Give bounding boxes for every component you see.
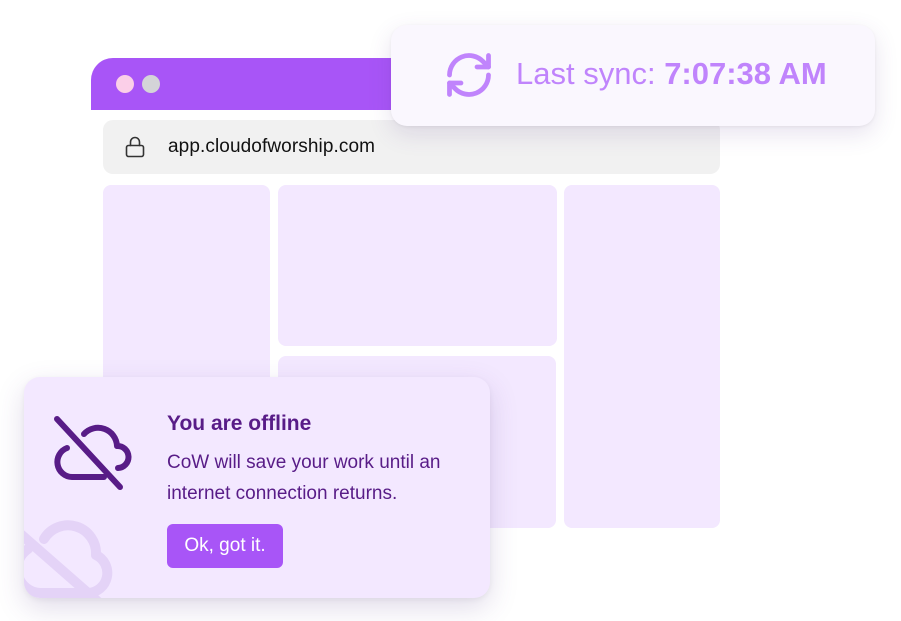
refresh-icon [447,53,491,97]
window-close-dot[interactable] [116,75,134,93]
sync-status-card: Last sync: 7:07:38 AM [391,25,875,126]
lock-icon [125,136,145,158]
sync-time: 7:07:38 AM [664,56,827,91]
stage: app.cloudofworship.com Last sync: 7:07:3… [0,0,901,621]
content-panel-center-top [278,185,557,346]
cloud-off-watermark-icon [24,520,113,598]
window-minimize-dot[interactable] [142,75,160,93]
address-url: app.cloudofworship.com [168,136,376,157]
cloud-off-icon [54,416,132,490]
offline-message: CoW will save your work until an interne… [167,452,441,504]
sync-status-text: Last sync: 7:07:38 AM [516,56,827,92]
address-bar[interactable]: app.cloudofworship.com [103,120,720,174]
content-panel-right [564,185,720,528]
sync-label: Last sync: [516,56,665,91]
offline-title: You are offline [167,412,312,435]
ok-got-it-button[interactable]: Ok, got it. [167,524,283,568]
offline-notice: You are offline CoW will save your work … [24,377,490,598]
